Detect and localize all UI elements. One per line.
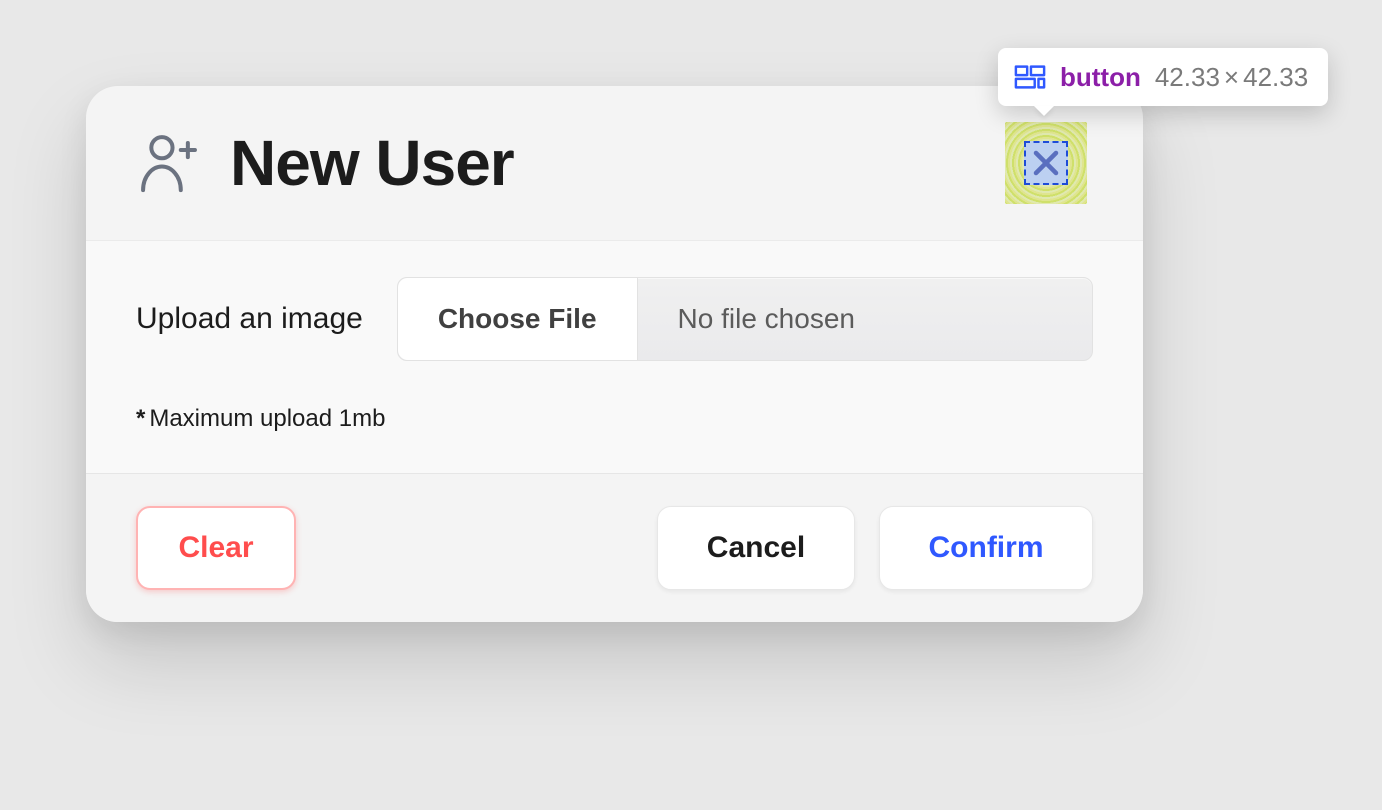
- modal-footer: Clear Cancel Confirm: [86, 473, 1143, 622]
- confirm-button[interactable]: Confirm: [879, 506, 1093, 590]
- close-icon: [1024, 141, 1068, 185]
- devtools-element-tooltip: button 42.33×42.33: [998, 48, 1328, 106]
- upload-row: Upload an image Choose File No file chos…: [136, 277, 1093, 361]
- file-status: No file chosen: [638, 278, 895, 360]
- modal-header: New User: [86, 86, 1143, 240]
- close-button[interactable]: [1005, 122, 1087, 204]
- modal-body: Upload an image Choose File No file chos…: [86, 240, 1143, 473]
- tooltip-element-name: button: [1060, 62, 1141, 93]
- choose-file-button[interactable]: Choose File: [398, 278, 638, 360]
- user-plus-icon: [136, 133, 202, 193]
- flex-container-icon: [1014, 64, 1046, 90]
- clear-button[interactable]: Clear: [136, 506, 296, 590]
- upload-label: Upload an image: [136, 302, 363, 336]
- tooltip-dimensions: 42.33×42.33: [1155, 62, 1308, 93]
- new-user-modal: New User Upload an image Choose File No …: [86, 86, 1143, 622]
- modal-title: New User: [230, 126, 514, 200]
- file-input[interactable]: Choose File No file chosen: [397, 277, 1093, 361]
- upload-hint: *Maximum upload 1mb: [136, 405, 1093, 433]
- cancel-button[interactable]: Cancel: [657, 506, 855, 590]
